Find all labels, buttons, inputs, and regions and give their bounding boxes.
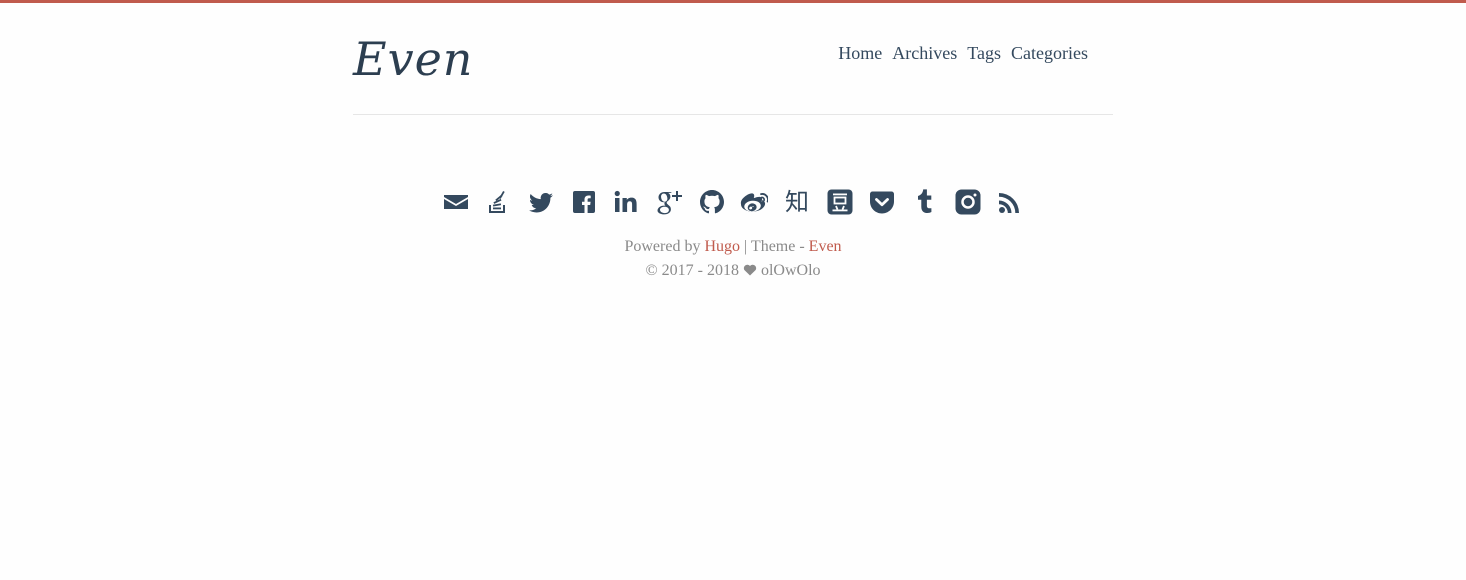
powered-by-text: Powered by (624, 238, 701, 255)
twitter-icon[interactable] (520, 184, 563, 220)
copyright-years: © 2017 - 2018 (645, 262, 739, 279)
linkedin-icon[interactable] (605, 184, 648, 220)
nav-item-tags[interactable]: Tags (967, 41, 1001, 65)
email-icon[interactable] (434, 184, 477, 220)
hugo-link[interactable]: Hugo (704, 238, 740, 255)
github-icon[interactable] (690, 184, 733, 220)
nav-item-home[interactable]: Home (838, 41, 882, 65)
stack-overflow-icon[interactable] (477, 184, 520, 220)
zhihu-icon[interactable]: 知 (776, 184, 819, 220)
instagram-icon[interactable] (946, 184, 989, 220)
copyright-line: © 2017 - 2018 olOwOlo (0, 260, 1466, 282)
nav-item-archives[interactable]: Archives (892, 41, 957, 65)
social-links: 知 (0, 184, 1466, 220)
site-header: Even Home Archives Tags Categories (353, 3, 1113, 115)
main-nav: Home Archives Tags Categories (838, 41, 1088, 65)
douban-icon[interactable] (818, 184, 861, 220)
facebook-icon[interactable] (562, 184, 605, 220)
theme-separator-text: | Theme - (744, 238, 805, 255)
rss-icon[interactable] (989, 184, 1032, 220)
weibo-icon[interactable] (733, 184, 776, 220)
tumblr-icon[interactable] (904, 184, 947, 220)
google-plus-icon[interactable] (648, 184, 691, 220)
powered-by-line: Powered by Hugo | Theme - Even (0, 236, 1466, 258)
site-logo[interactable]: Even (353, 29, 473, 89)
nav-item-categories[interactable]: Categories (1011, 41, 1088, 65)
heart-icon (743, 262, 757, 276)
theme-even-link[interactable]: Even (809, 238, 842, 255)
pocket-icon[interactable] (861, 184, 904, 220)
author-name: olOwOlo (760, 262, 821, 279)
